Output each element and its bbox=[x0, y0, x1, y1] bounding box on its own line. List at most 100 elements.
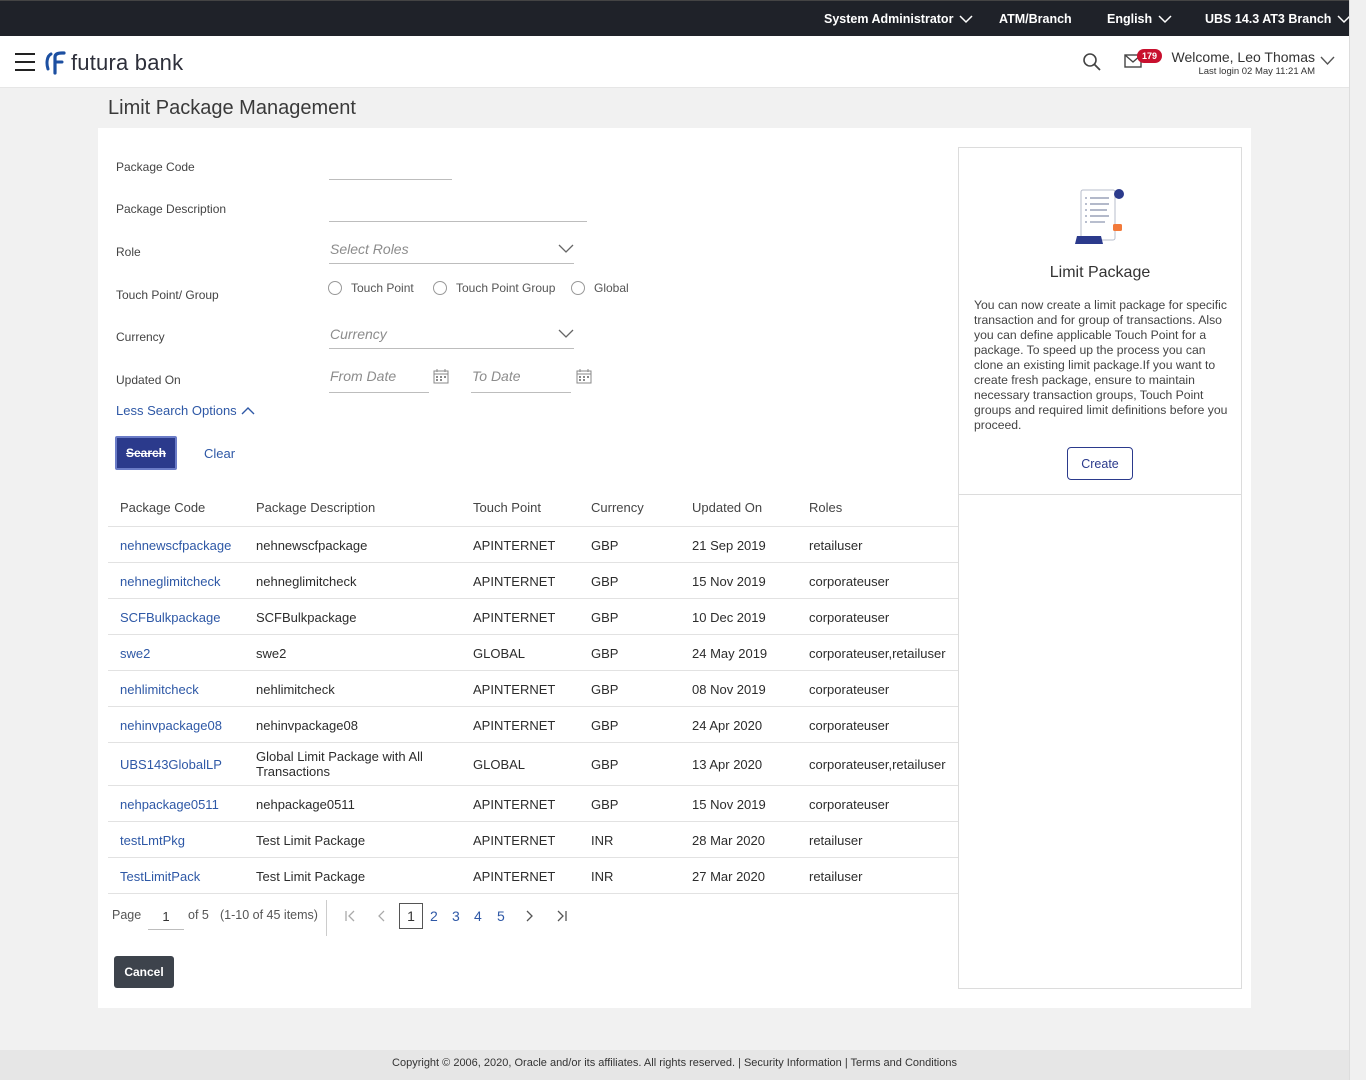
package-code-link[interactable]: nehneglimitcheck bbox=[120, 574, 220, 589]
page-3[interactable]: 3 bbox=[452, 908, 460, 924]
cancel-button[interactable]: Cancel bbox=[114, 956, 174, 988]
currency-select[interactable]: Currency bbox=[329, 323, 574, 349]
package-code-link[interactable]: SCFBulkpackage bbox=[120, 610, 220, 625]
cell-package-description: nehnewscfpackage bbox=[256, 538, 368, 553]
page-of-label: of 5 bbox=[188, 908, 209, 922]
chevron-up-icon bbox=[241, 407, 255, 415]
info-panel-text: You can now create a limit package for s… bbox=[974, 298, 1228, 432]
role-select-placeholder: Select Roles bbox=[330, 241, 409, 257]
package-code-link[interactable]: nehnewscfpackage bbox=[120, 538, 231, 553]
cell-roles: corporateuser bbox=[809, 797, 890, 812]
header-roles[interactable]: Roles bbox=[809, 500, 842, 515]
cell-package-description: Global Limit Package with All Transactio… bbox=[256, 749, 423, 779]
role-select[interactable]: Select Roles bbox=[329, 238, 574, 264]
radio-touch-point-group[interactable]: Touch Point Group bbox=[433, 281, 555, 295]
cell-currency: GBP bbox=[591, 682, 619, 697]
page-5[interactable]: 5 bbox=[497, 908, 505, 924]
items-info: (1-10 of 45 items) bbox=[220, 908, 318, 922]
atm-branch-label: ATM/Branch bbox=[999, 12, 1072, 26]
first-page-icon[interactable] bbox=[344, 910, 356, 922]
package-code-input[interactable] bbox=[329, 156, 452, 180]
radio-global[interactable]: Global bbox=[571, 281, 629, 295]
role-label: Role bbox=[116, 245, 141, 259]
role-label: System Administrator bbox=[824, 12, 954, 26]
package-description-label: Package Description bbox=[116, 202, 227, 216]
package-code-link[interactable]: nehlimitcheck bbox=[120, 682, 199, 697]
package-code-link[interactable]: nehinvpackage08 bbox=[120, 718, 222, 733]
package-code-link[interactable]: swe2 bbox=[120, 646, 150, 661]
search-button[interactable]: Search bbox=[115, 436, 177, 470]
less-search-options-label: Less Search Options bbox=[116, 403, 237, 418]
cell-package-description: SCFBulkpackage bbox=[256, 610, 357, 625]
welcome-text: Welcome, Leo Thomas bbox=[1171, 49, 1315, 65]
radio-touch-point-group-label: Touch Point Group bbox=[456, 281, 556, 295]
branch-dropdown[interactable]: UBS 14.3 AT3 Branch bbox=[1205, 12, 1351, 26]
cell-roles: corporateuser,retailuser bbox=[809, 757, 946, 772]
footer: Copyright © 2006, 2020, Oracle and/or it… bbox=[0, 1050, 1349, 1080]
table-row: UBS143GlobalLP Global Limit Package with … bbox=[108, 743, 958, 786]
package-code-link[interactable]: TestLimitPack bbox=[120, 869, 200, 884]
chevron-down-icon[interactable] bbox=[1320, 56, 1335, 66]
package-code-link[interactable]: UBS143GlobalLP bbox=[120, 757, 222, 772]
cell-touch-point: GLOBAL bbox=[473, 646, 526, 661]
cell-package-description: nehlimitcheck bbox=[256, 682, 335, 697]
package-code-label: Package Code bbox=[116, 160, 195, 174]
info-panel: Limit Package You can now create a limit… bbox=[958, 147, 1242, 989]
package-description-input[interactable] bbox=[329, 198, 587, 222]
cell-roles: retailuser bbox=[809, 869, 863, 884]
table-row: nehlimitcheck nehlimitcheck APINTERNET GBP 0… bbox=[108, 671, 958, 707]
table-row: testLmtPkg Test Limit Package APINTERNET IN… bbox=[108, 822, 958, 858]
calendar-icon[interactable] bbox=[433, 369, 449, 384]
cell-currency: GBP bbox=[591, 718, 619, 733]
header-currency[interactable]: Currency bbox=[591, 500, 644, 515]
cell-touch-point: APINTERNET bbox=[473, 574, 556, 589]
header-touch-point[interactable]: Touch Point bbox=[473, 500, 541, 515]
scrollbar[interactable] bbox=[1349, 0, 1366, 1080]
user-menu[interactable]: Welcome, Leo Thomas Last login 02 May 11… bbox=[1170, 49, 1315, 77]
cell-currency: INR bbox=[591, 833, 614, 848]
page-2[interactable]: 2 bbox=[430, 908, 438, 924]
to-date-input[interactable]: To Date bbox=[471, 366, 571, 393]
language-label: English bbox=[1107, 12, 1153, 26]
next-page-icon[interactable] bbox=[524, 910, 534, 922]
table-row: nehnewscfpackage nehnewscfpackage APINTERN… bbox=[108, 527, 958, 563]
clear-button[interactable]: Clear bbox=[204, 446, 235, 461]
cell-package-description: swe2 bbox=[256, 646, 287, 661]
from-date-input[interactable]: From Date bbox=[329, 366, 429, 393]
brand-logo[interactable]: futura bank bbox=[45, 50, 183, 76]
header-package-description[interactable]: Package Description bbox=[256, 500, 375, 515]
calendar-icon[interactable] bbox=[576, 369, 592, 384]
page-label: Page bbox=[112, 908, 142, 922]
last-page-icon[interactable] bbox=[556, 910, 568, 922]
radio-touch-point[interactable]: Touch Point bbox=[328, 281, 414, 295]
table-row: nehneglimitcheck nehneglimitcheck APINTERN… bbox=[108, 563, 958, 599]
page-4[interactable]: 4 bbox=[474, 908, 482, 924]
cell-touch-point: GLOBAL bbox=[473, 757, 526, 772]
menu-icon[interactable] bbox=[15, 53, 35, 71]
search-icon[interactable] bbox=[1082, 52, 1102, 72]
package-code-link[interactable]: testLmtPkg bbox=[120, 833, 185, 848]
language-dropdown[interactable]: English bbox=[1107, 12, 1172, 26]
header-package-code[interactable]: Package Code bbox=[120, 500, 205, 515]
cell-touch-point: APINTERNET bbox=[473, 869, 556, 884]
role-dropdown[interactable]: System Administrator bbox=[824, 12, 973, 26]
info-panel-title: Limit Package bbox=[1049, 264, 1151, 281]
branch-label: UBS 14.3 AT3 Branch bbox=[1205, 12, 1332, 26]
radio-touch-point-label: Touch Point bbox=[351, 281, 414, 295]
previous-page-icon[interactable] bbox=[377, 910, 387, 922]
package-code-link[interactable]: nehpackage0511 bbox=[120, 797, 219, 812]
cell-roles: corporateuser bbox=[809, 610, 890, 625]
cell-updated-on: 24 Apr 2020 bbox=[692, 718, 763, 733]
atm-branch-link[interactable]: ATM/Branch bbox=[999, 12, 1072, 26]
currency-select-placeholder: Currency bbox=[330, 326, 387, 342]
header-updated-on[interactable]: Updated On bbox=[692, 500, 762, 515]
page-number-input[interactable]: 1 bbox=[148, 902, 184, 930]
cell-touch-point: APINTERNET bbox=[473, 538, 556, 553]
cell-currency: GBP bbox=[591, 646, 619, 661]
page-1[interactable]: 1 bbox=[399, 903, 423, 929]
cell-package-description: nehinvpackage08 bbox=[256, 718, 358, 733]
cell-updated-on: 15 Nov 2019 bbox=[692, 574, 766, 589]
create-button[interactable]: Create bbox=[1067, 447, 1133, 480]
less-search-options-link[interactable]: Less Search Options bbox=[116, 403, 255, 418]
cell-roles: corporateuser bbox=[809, 718, 890, 733]
